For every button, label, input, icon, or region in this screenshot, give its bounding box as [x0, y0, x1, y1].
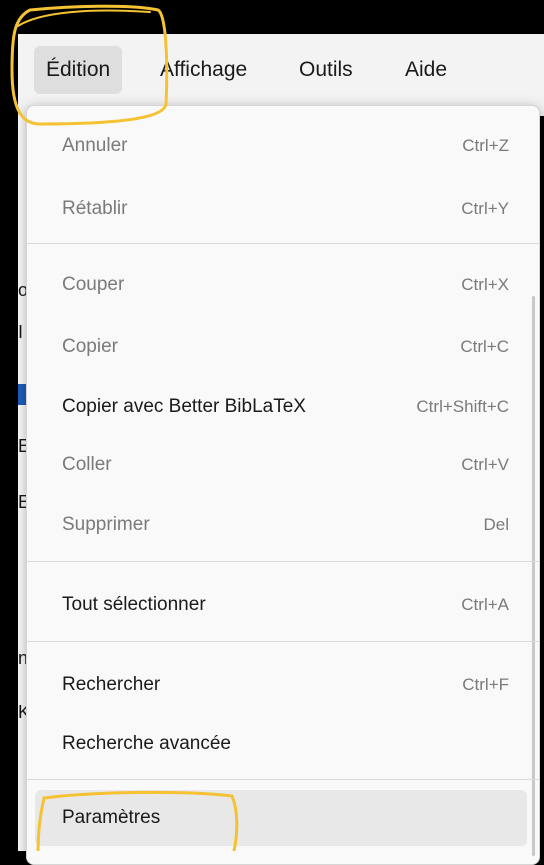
menu-item-shortcut: Ctrl+A	[461, 595, 509, 614]
menu-item-parametres[interactable]: Paramètres	[35, 790, 527, 846]
background-fragment: K	[18, 702, 26, 722]
menu-item-label: Coller	[62, 454, 112, 475]
menu-item-shortcut: Ctrl+Shift+C	[416, 397, 509, 416]
menu-affichage[interactable]: Affichage	[148, 46, 259, 94]
background-fragment: I	[18, 322, 24, 342]
menu-item-rechercher[interactable]: Rechercher Ctrl+F	[35, 657, 527, 713]
menu-outils[interactable]: Outils	[287, 46, 365, 94]
menu-item-couper[interactable]: Couper Ctrl+X	[35, 257, 527, 313]
menu-item-label: Rechercher	[62, 674, 161, 695]
menu-separator	[27, 779, 539, 780]
menu-item-coller[interactable]: Coller Ctrl+V	[35, 437, 527, 493]
menu-item-label: Rétablir	[62, 198, 128, 219]
background-fragment: █	[18, 384, 26, 404]
menu-item-shortcut: Ctrl+Z	[462, 136, 509, 155]
menu-separator	[27, 561, 539, 562]
background-fragment: E	[18, 436, 26, 456]
menu-item-shortcut: Ctrl+F	[462, 675, 509, 694]
menu-separator	[27, 243, 539, 244]
background-fragment: n	[18, 648, 26, 668]
edit-dropdown-menu: Annuler Ctrl+Z Rétablir Ctrl+Y Couper Ct…	[26, 105, 540, 865]
menu-item-label: Recherche avancée	[62, 733, 231, 754]
menu-item-annuler[interactable]: Annuler Ctrl+Z	[35, 118, 527, 174]
menu-item-supprimer[interactable]: Supprimer Del	[35, 497, 527, 553]
menu-item-shortcut: Ctrl+Y	[461, 199, 509, 218]
menu-item-shortcut: Del	[483, 515, 509, 534]
menu-item-recherche-avancee[interactable]: Recherche avancée	[35, 716, 527, 772]
menu-item-shortcut: Ctrl+C	[460, 337, 509, 356]
menu-item-label: Couper	[62, 274, 125, 295]
menu-item-label: Copier avec Better BibLaTeX	[62, 396, 306, 417]
background-fragment: E	[18, 492, 26, 512]
background-fragment: o	[18, 280, 26, 300]
menu-item-label: Copier	[62, 336, 118, 357]
menu-item-tout-selectionner[interactable]: Tout sélectionner Ctrl+A	[35, 577, 527, 633]
scrollbar[interactable]	[532, 296, 535, 856]
window-top-edge	[0, 0, 544, 34]
menu-item-label: Tout sélectionner	[62, 594, 206, 615]
menu-item-retablir[interactable]: Rétablir Ctrl+Y	[35, 181, 527, 237]
menu-item-shortcut: Ctrl+X	[461, 275, 509, 294]
menu-aide[interactable]: Aide	[393, 46, 459, 94]
menu-item-copier-better-biblatex[interactable]: Copier avec Better BibLaTeX Ctrl+Shift+C	[35, 379, 527, 435]
menu-item-label: Supprimer	[62, 514, 150, 535]
menu-item-copier[interactable]: Copier Ctrl+C	[35, 319, 527, 375]
menu-edition[interactable]: Édition	[34, 46, 123, 94]
menu-item-label: Annuler	[62, 135, 128, 156]
menu-item-shortcut: Ctrl+V	[461, 455, 509, 474]
menu-item-label: Paramètres	[62, 807, 161, 828]
menu-bar: Édition Affichage Outils Aide	[18, 34, 544, 116]
menu-separator	[27, 641, 539, 642]
